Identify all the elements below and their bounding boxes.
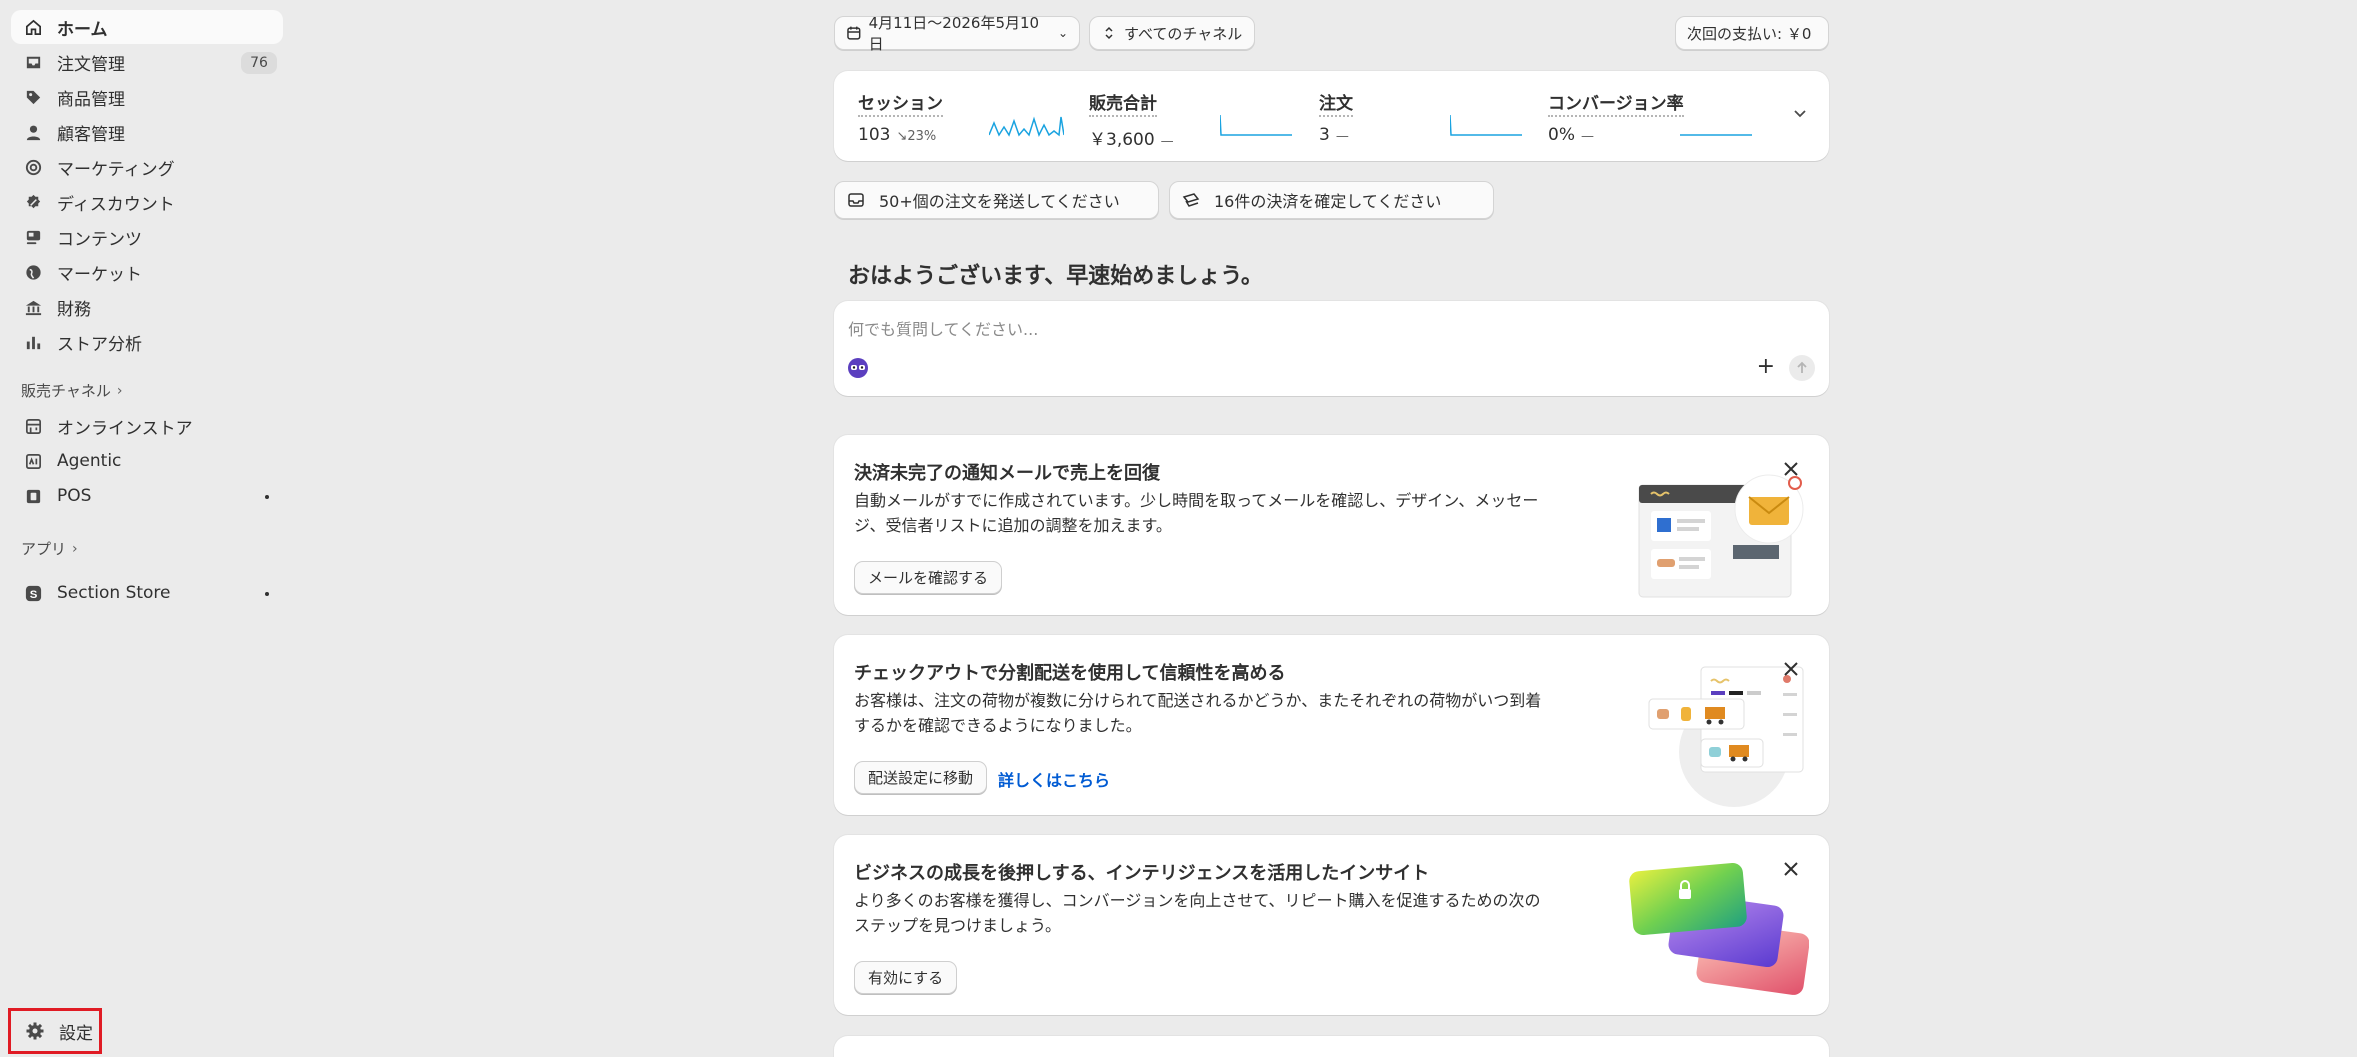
apps-heading[interactable]: アプリ › xyxy=(21,538,78,559)
go-to-shipping-settings-button[interactable]: 配送設定に移動 xyxy=(854,761,988,794)
arrow-up-icon xyxy=(1797,361,1807,373)
sidebar-item-orders[interactable]: 注文管理 76 xyxy=(11,45,283,79)
sidebar-item-marketing[interactable]: マーケティング xyxy=(11,150,283,184)
target-icon xyxy=(23,157,43,177)
close-icon[interactable] xyxy=(1781,459,1801,479)
sidebar-item-analytics[interactable]: ストア分析 xyxy=(11,325,283,359)
sidebar-item-discounts[interactable]: ディスカウント xyxy=(11,185,283,219)
cash-icon xyxy=(1182,193,1200,207)
promo-body: より多くのお客様を獲得し、コンバージョンを向上させて、リピート購入を促進するため… xyxy=(854,891,1541,935)
promo-title: 決済未完了の通知メールで売上を回復 xyxy=(854,463,1160,484)
inbox-icon xyxy=(23,52,43,72)
home-icon xyxy=(23,17,43,37)
sidebar-item-markets[interactable]: マーケット xyxy=(11,255,283,289)
enable-button[interactable]: 有効にする xyxy=(854,961,958,994)
apps-nav: S Section Store xyxy=(11,576,283,611)
promo-body: 自動メールがすでに作成されています。少し時間を取ってメールを確認し、デザイン、メ… xyxy=(854,491,1539,535)
metric-total-sales[interactable]: 販売合計 ￥3,600— xyxy=(1089,89,1174,150)
section-store-icon: S xyxy=(23,583,43,603)
section-store-status-dot xyxy=(265,592,269,596)
assistant-input-card[interactable]: 何でも質問してください... + xyxy=(834,301,1829,396)
chevron-right-icon: › xyxy=(72,540,78,557)
next-payment-button[interactable]: 次回の支払い: ￥0 xyxy=(1675,16,1829,50)
metric-sessions[interactable]: セッション 103 ↘23% xyxy=(858,89,943,145)
promo-card-abandoned-checkout: 決済未完了の通知メールで売上を回復 自動メールがすでに作成されています。少し時間… xyxy=(834,435,1829,615)
globe-icon xyxy=(23,262,43,282)
next-card-peek xyxy=(834,1036,1829,1057)
task-capture-payments[interactable]: 16件の決済を確定してください xyxy=(1169,181,1494,219)
sales-channels-heading[interactable]: 販売チャネル › xyxy=(21,380,122,401)
metric-conversion-rate[interactable]: コンバージョン率 0% — xyxy=(1548,89,1684,145)
person-icon xyxy=(23,122,43,142)
sidebar: ホーム 注文管理 76 商品管理 顧客管理 マーケティング ディスカウント コン… xyxy=(0,0,296,1057)
insights-cards-illustration xyxy=(1629,862,1809,995)
bank-icon xyxy=(23,297,43,317)
promo-title: チェックアウトで分割配送を使用して信頼性を高める xyxy=(854,663,1286,684)
channels-nav: オンラインストア Agentic POS xyxy=(11,409,283,514)
svg-text:S: S xyxy=(29,588,37,600)
metrics-card[interactable]: セッション 103 ↘23% 販売合計 ￥3,600— 注文 3— コンバージョン… xyxy=(834,71,1829,161)
greeting-heading: おはようございます、早速始めましょう。 xyxy=(848,264,1263,289)
metric-orders[interactable]: 注文 3— xyxy=(1319,89,1353,145)
close-icon[interactable] xyxy=(1781,859,1801,879)
sessions-sparkline xyxy=(989,116,1064,137)
sidebar-item-customers[interactable]: 顧客管理 xyxy=(11,115,283,149)
sidebar-item-finance[interactable]: 財務 xyxy=(11,290,283,324)
calendar-icon xyxy=(847,26,861,40)
orders-count-badge: 76 xyxy=(241,52,277,74)
sidebar-item-settings[interactable]: 設定 xyxy=(8,1008,102,1054)
app-root: ホーム 注文管理 76 商品管理 顧客管理 マーケティング ディスカウント コン… xyxy=(0,0,2357,1057)
split-shipping-illustration xyxy=(1648,666,1804,807)
sidebar-item-section-store[interactable]: S Section Store xyxy=(11,576,283,610)
sales-sparkline xyxy=(1220,114,1292,136)
sidebar-item-products[interactable]: 商品管理 xyxy=(11,80,283,114)
sidebar-item-content[interactable]: コンテンツ xyxy=(11,220,283,254)
add-attachment-icon[interactable]: + xyxy=(1757,354,1775,379)
promo-title: ビジネスの成長を後押しする、インテリジェンスを活用したインサイト xyxy=(854,863,1430,884)
pos-status-dot xyxy=(265,495,269,499)
learn-more-link[interactable]: 詳しくはこちら xyxy=(998,767,1110,791)
bar-chart-icon xyxy=(23,332,43,352)
chevron-down-icon: ⌄ xyxy=(1057,26,1068,40)
sidebar-item-online-store[interactable]: オンラインストア xyxy=(11,409,283,443)
email-illustration xyxy=(1638,474,1804,598)
chevron-down-icon[interactable] xyxy=(1791,104,1809,122)
inbox-icon xyxy=(848,193,864,207)
assistant-input[interactable]: 何でも質問してください... xyxy=(848,316,1038,340)
gear-icon xyxy=(25,1021,45,1041)
pos-icon xyxy=(23,486,43,506)
sort-arrows-icon xyxy=(1105,26,1113,40)
channel-filter[interactable]: すべてのチャネル xyxy=(1089,16,1255,50)
sidebar-item-pos[interactable]: POS xyxy=(11,479,283,513)
assistant-avatar-icon xyxy=(848,358,868,378)
close-icon[interactable] xyxy=(1781,659,1801,679)
content-icon xyxy=(23,227,43,247)
promo-body: お客様は、注文の荷物が複数に分けられて配送されるかどうか、またそれぞれの荷物がい… xyxy=(854,691,1542,735)
sidebar-item-agentic[interactable]: Agentic xyxy=(11,444,283,478)
chevron-right-icon: › xyxy=(116,382,123,399)
conversion-sparkline xyxy=(1680,134,1752,136)
date-range-picker[interactable]: 4月11日〜2026年5月10日 ⌄ xyxy=(834,14,1080,53)
store-icon xyxy=(23,416,43,436)
promo-card-split-shipping: チェックアウトで分割配送を使用して信頼性を高める お客様は、注文の荷物が複数に分… xyxy=(834,635,1829,815)
promo-card-intelligence-insights: ビジネスの成長を後押しする、インテリジェンスを活用したインサイト より多くのお客… xyxy=(834,835,1829,1015)
send-button[interactable] xyxy=(1789,355,1815,381)
review-email-button[interactable]: メールを確認する xyxy=(854,561,1003,594)
discount-icon xyxy=(23,192,43,212)
sidebar-item-home[interactable]: ホーム xyxy=(11,10,283,44)
agentic-icon xyxy=(23,451,43,471)
main-nav: ホーム 注文管理 76 商品管理 顧客管理 マーケティング ディスカウント コン… xyxy=(11,10,283,360)
orders-sparkline xyxy=(1450,114,1522,136)
tag-icon xyxy=(23,87,43,107)
task-fulfill-orders[interactable]: 50+個の注文を発送してください xyxy=(834,181,1159,219)
